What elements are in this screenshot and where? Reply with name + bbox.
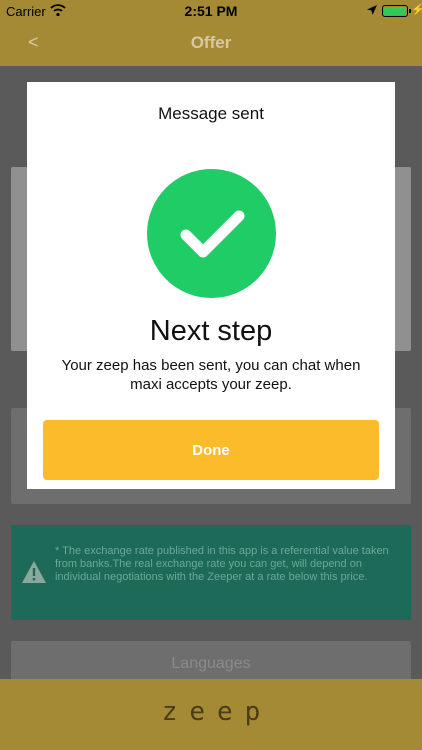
location-icon	[367, 5, 377, 15]
battery-icon	[382, 5, 408, 17]
warning-icon	[22, 561, 46, 583]
footer: zeep	[0, 679, 422, 750]
dialog-title: Next step	[149, 315, 273, 347]
done-button[interactable]: Done	[43, 420, 379, 480]
status-time: 2:51 PM	[184, 3, 238, 19]
languages-label: Languages	[171, 655, 251, 672]
nav-bar: < Offer	[0, 22, 422, 66]
checkmark-icon	[180, 210, 245, 258]
dialog-description: Your zeep has been sent, you can chat wh…	[61, 357, 361, 393]
status-bar: Carrier 2:51 PM ⚡	[0, 0, 422, 22]
notice-text: * The exchange rate published in this ap…	[55, 545, 389, 583]
dialog-heading: Message sent	[158, 104, 264, 123]
zeep-logo: zeep	[161, 697, 273, 727]
message-sent-dialog: Message sent Next step Your zeep has bee…	[27, 82, 395, 489]
charging-icon: ⚡	[411, 4, 422, 16]
exchange-rate-notice: * The exchange rate published in this ap…	[11, 525, 411, 620]
page-title: Offer	[190, 33, 232, 52]
success-badge	[147, 169, 276, 298]
